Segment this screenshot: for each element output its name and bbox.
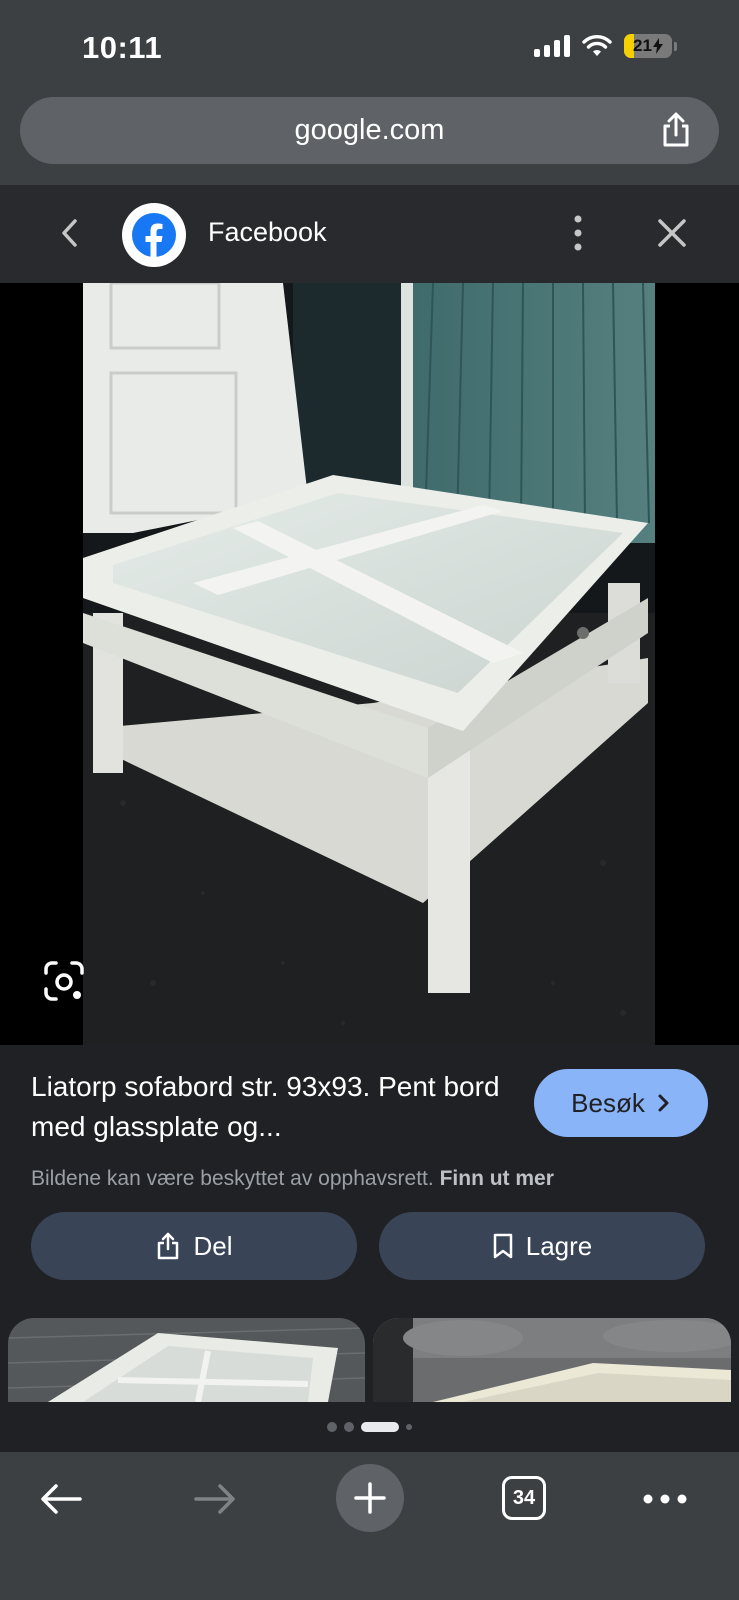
related-image-1 [8, 1318, 365, 1402]
carousel-dot [344, 1422, 354, 1432]
bookmark-icon [493, 1233, 512, 1259]
battery-level: 21 [633, 36, 652, 55]
save-button[interactable]: Lagre [379, 1212, 705, 1280]
share-icon [158, 1232, 179, 1260]
facebook-icon [132, 213, 176, 258]
carousel-dot [327, 1422, 337, 1432]
status-time: 10:11 [82, 30, 163, 65]
visit-button[interactable]: Besøk [534, 1069, 708, 1137]
google-lens-icon[interactable] [42, 959, 86, 1003]
wifi-icon [582, 35, 612, 56]
carousel-dot [406, 1424, 412, 1430]
result-image[interactable] [83, 283, 655, 1045]
close-icon[interactable] [654, 215, 690, 251]
share-label: Del [193, 1230, 233, 1261]
battery-charging-icon: 21 [624, 34, 677, 58]
url-bar: google.com [0, 95, 739, 185]
related-image-2 [373, 1318, 731, 1402]
signal-icon [534, 35, 570, 57]
copyright-text: Bildene kan være beskyttet av opphavsret… [31, 1167, 434, 1190]
facebook-logo [122, 203, 186, 267]
arrow-left-icon [41, 1484, 82, 1514]
menu-button[interactable] [640, 1474, 690, 1524]
save-label: Lagre [525, 1230, 593, 1261]
share-icon[interactable] [657, 111, 695, 149]
status-bar: 10:11 21 [0, 0, 739, 95]
url-domain: google.com [294, 114, 445, 146]
back-button[interactable] [36, 1474, 86, 1524]
visit-label: Besøk [571, 1087, 645, 1118]
share-button[interactable]: Del [31, 1212, 357, 1280]
source-header: Facebook [0, 185, 739, 283]
address-bar[interactable]: google.com [20, 97, 719, 164]
image-viewer [0, 283, 739, 1045]
carousel-indicator [0, 1422, 739, 1432]
source-name: Facebook [208, 217, 327, 247]
carousel-dot-active [361, 1422, 399, 1432]
chevron-right-icon [658, 1094, 669, 1112]
forward-button[interactable] [190, 1474, 240, 1524]
plus-icon [354, 1482, 386, 1514]
arrow-right-icon [194, 1484, 235, 1514]
learn-more-link[interactable]: Finn ut mer [440, 1167, 554, 1190]
chevron-left-icon[interactable] [55, 215, 85, 251]
tabs-icon[interactable]: 34 [502, 1476, 546, 1520]
more-vert-icon[interactable] [568, 213, 588, 253]
status-icons: 21 [534, 34, 677, 58]
result-title[interactable]: Liatorp sofabord str. 93x93. Pent bord m… [31, 1067, 521, 1147]
related-image[interactable] [373, 1318, 731, 1402]
more-horiz-icon [643, 1494, 687, 1504]
copyright-notice: Bildene kan være beskyttet av opphavsret… [31, 1167, 554, 1191]
tab-count: 34 [512, 1486, 536, 1509]
new-tab-button[interactable] [336, 1464, 404, 1532]
bottom-toolbar: 34 [0, 1452, 739, 1600]
related-image[interactable] [8, 1318, 365, 1402]
